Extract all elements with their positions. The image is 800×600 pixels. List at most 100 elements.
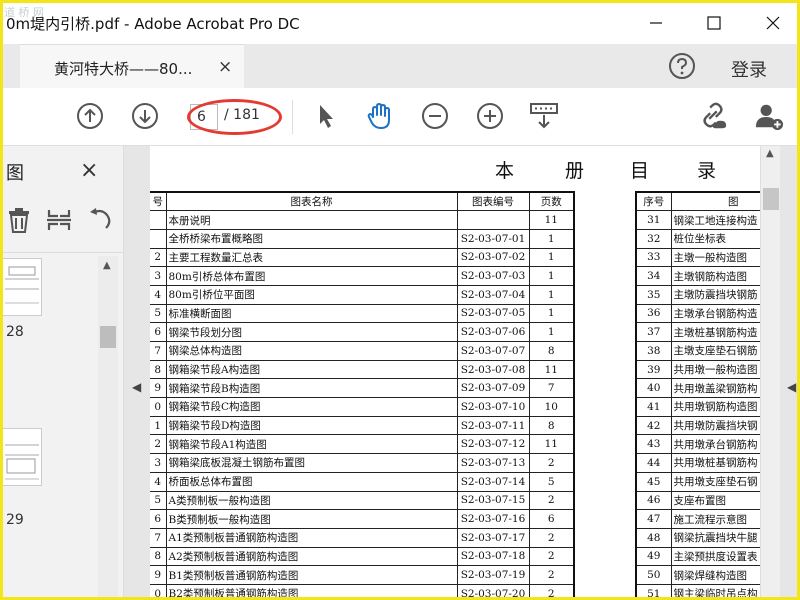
share-link-button[interactable] [698,101,728,131]
table-cell: 80m引桥总体布置图 [165,266,458,286]
table-header-row: 序号 图 [635,191,760,212]
table-cell: 11 [528,434,575,455]
extract-pages-icon[interactable] [46,206,72,234]
table-cell: 钢箱梁节段C构造图 [165,397,458,417]
table-cell: 51 [635,583,672,600]
table-cell: 39 [635,359,672,380]
page-thumbnail-28[interactable] [0,258,42,316]
table-cell: 11 [528,210,575,230]
table-row: 全桥桥梁布置概略图 S2-03-07-01 1 [150,228,575,249]
table-row: 8 A2类预制板普通钢筋构造图 S2-03-07-18 2 [150,546,575,567]
table-row: 36 主墩承台钢筋构造 [635,303,760,324]
next-page-icon [132,103,158,129]
login-button[interactable]: 登录 [731,56,767,82]
thumbnail-drawing [5,266,39,304]
table-cell: 施工流程示意图 [670,509,760,529]
table-cell: 3 [150,453,167,473]
table-cell: S2-03-07-20 [456,583,530,600]
collapse-right-handle[interactable]: ◀ [787,380,796,394]
table-cell: 32 [635,228,672,249]
prev-page-button[interactable] [75,101,105,131]
hand-tool-button[interactable] [365,101,395,131]
panel-divider [0,252,124,253]
zoom-in-button[interactable] [475,101,505,131]
close-icon [766,16,780,30]
table-cell: 1 [528,228,575,249]
table-cell: 共用墩支座垫石钢 [670,471,760,492]
table-cell: 50 [635,565,672,585]
table-cell: 2 [150,434,167,455]
minimize-button[interactable] [636,8,676,38]
table-cell: 1 [528,322,575,342]
table-cell: 2 [528,490,575,511]
toolbar-divider [292,100,293,134]
table-row: 38 主墩支座垫石钢筋 [635,341,760,361]
table-cell: 6 [150,322,167,342]
scroll-up-arrow[interactable]: ▲ [103,260,111,271]
next-page-button[interactable] [130,101,160,131]
zoom-out-button[interactable] [420,101,450,131]
table-cell: S2-03-07-07 [456,341,530,361]
select-tool-button[interactable] [311,101,341,131]
tab-close-button[interactable]: × [218,57,232,77]
table-cell: 共用墩承台钢筋构 [670,434,760,455]
collapse-left-handle[interactable]: ◀ [132,380,141,394]
table-cell: 钢梁焊缝构造图 [670,565,760,585]
table-cell: 钢箱梁底板混凝土钢筋布置图 [165,453,458,473]
scroll-thumb[interactable] [763,188,779,210]
table-header-row: 号 图表名称 图表编号 页数 [150,191,575,212]
table-row: 40 共用墩盖梁钢筋构 [635,378,760,399]
rotate-icon[interactable] [86,206,112,234]
table-row: 2 主要工程数量汇总表 S2-03-07-02 1 [150,247,575,268]
zoom-out-icon [422,103,448,129]
table-cell: 桥面板总体布置图 [165,471,458,492]
table-cell: 支座布置图 [670,490,760,511]
scroll-up-arrow[interactable]: ▲ [766,148,774,159]
table-cell: 6 [150,509,167,529]
table-cell: B类预制板一般构造图 [165,509,458,529]
table-row: 3 钢箱梁底板混凝土钢筋布置图 S2-03-07-13 2 [150,453,575,473]
table-row: 6 B类预制板一般构造图 S2-03-07-16 6 [150,509,575,529]
table-cell: 1 [528,266,575,286]
keyboard-fit-icon [530,103,558,129]
table-cell: S2-03-07-10 [456,397,530,417]
thumbnail-scrollbar[interactable]: ▲ [98,256,118,600]
tab-bar: 黄河特大桥——80... × 登录 [0,44,800,88]
table-cell: 主墩承台钢筋构造 [670,303,760,324]
pdf-page: 本 册 目 录 号 图表名称 图表编号 页数 本册说明 11 全桥桥梁布置概略图 S2… [150,146,760,600]
heading-char: 册 [565,160,585,182]
table-cell: 6 [528,509,575,529]
table-cell: 2 [528,453,575,473]
scroll-thumb[interactable] [100,326,116,348]
add-user-button[interactable] [754,101,784,131]
maximize-button[interactable] [694,8,734,38]
close-window-button[interactable] [753,8,793,38]
panel-close-button[interactable]: × [80,158,98,183]
table-cell: 钢梁抗震挡块牛腿 [670,527,760,548]
table-cell: 共用墩盖梁钢筋构 [670,378,760,399]
table-row: 7 钢梁总体构造图 S2-03-07-07 8 [150,341,575,361]
table-row: 5 标准横断面图 S2-03-07-05 1 [150,303,575,324]
table-cell: 钢箱梁节段D构造图 [165,415,458,436]
fit-page-button[interactable] [529,101,559,131]
document-tab[interactable]: 黄河特大桥——80... × [20,44,244,88]
document-scrollbar[interactable]: ▲ [760,146,780,600]
question-circle-icon[interactable] [668,52,696,80]
table-cell: 主梁预拱度设置表 [670,546,760,567]
table-cell: 4 [150,284,167,305]
trash-icon[interactable] [6,206,32,234]
table-row: 39 共用墩一般构造图 [635,359,760,380]
table-cell: 37 [635,322,672,342]
table-row: 3 80m引桥总体布置图 S2-03-07-03 1 [150,266,575,286]
table-cell: 共用墩一般构造图 [670,359,760,380]
page-thumbnails-panel: 图 × 28 29 ▲ [0,146,124,600]
table-row: 0 B2类预制板普通钢筋构造图 S2-03-07-20 2 [150,583,575,600]
table-row: 5 A类预制板一般构造图 S2-03-07-15 2 [150,490,575,511]
table-cell: 主要工程数量汇总表 [165,247,458,268]
page-thumbnail-29[interactable] [0,428,42,486]
table-cell: S2-03-07-18 [456,546,530,567]
table-cell: 全桥桥梁布置概略图 [165,228,458,249]
table-cell: 2 [150,247,167,268]
toc-table-right: 序号 图 31 钢梁工地连接构造 32 桩位坐标表 33 主墩一般构造图 34 主墩钢筋构造图… [635,191,760,600]
table-cell: 38 [635,341,672,361]
